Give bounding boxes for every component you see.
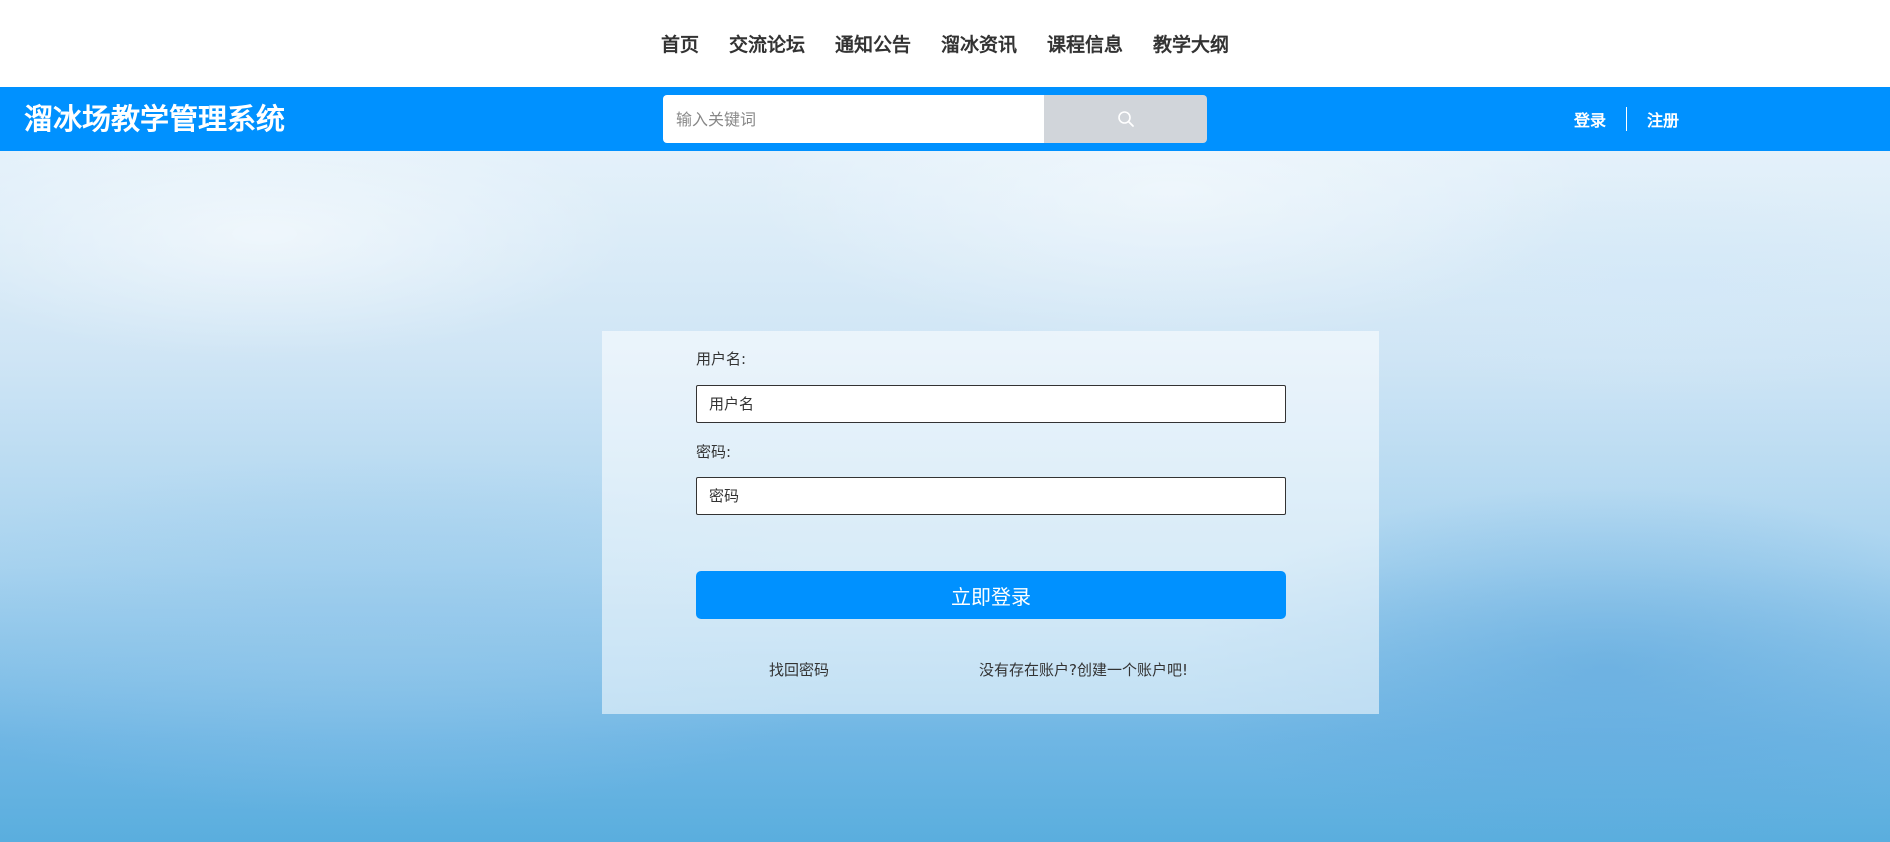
site-title: 溜冰场教学管理系统 bbox=[24, 102, 286, 136]
nav-item-courses[interactable]: 课程信息 bbox=[1047, 30, 1123, 57]
nav-item-home[interactable]: 首页 bbox=[661, 30, 699, 57]
login-link[interactable]: 登录 bbox=[1574, 107, 1606, 131]
password-label: 密码: bbox=[696, 443, 732, 461]
forgot-password-link[interactable]: 找回密码 bbox=[769, 659, 829, 680]
search-input[interactable] bbox=[663, 95, 1044, 143]
search-bar bbox=[663, 95, 1207, 143]
login-form: 用户名: 密码: 立即登录 找回密码 没有存在账户?创建一个账户吧! bbox=[602, 331, 1379, 714]
password-input[interactable] bbox=[696, 477, 1286, 515]
search-icon bbox=[1117, 111, 1134, 127]
nav-item-forum[interactable]: 交流论坛 bbox=[729, 30, 805, 57]
auth-links: 登录 注册 bbox=[1574, 87, 1679, 151]
nav-item-skating-news[interactable]: 溜冰资讯 bbox=[941, 30, 1017, 57]
username-input[interactable] bbox=[696, 385, 1286, 423]
username-label: 用户名: bbox=[696, 350, 747, 368]
top-navigation: 首页 交流论坛 通知公告 溜冰资讯 课程信息 教学大纲 bbox=[0, 0, 1890, 87]
create-account-link[interactable]: 没有存在账户?创建一个账户吧! bbox=[979, 659, 1188, 680]
nav-item-announcements[interactable]: 通知公告 bbox=[835, 30, 911, 57]
header-bar: 溜冰场教学管理系统 登录 注册 bbox=[0, 87, 1890, 151]
search-button[interactable] bbox=[1044, 95, 1207, 143]
login-submit-button[interactable]: 立即登录 bbox=[696, 571, 1286, 619]
auth-divider bbox=[1626, 107, 1628, 131]
register-link[interactable]: 注册 bbox=[1647, 107, 1679, 131]
nav-item-syllabus[interactable]: 教学大纲 bbox=[1153, 30, 1229, 57]
